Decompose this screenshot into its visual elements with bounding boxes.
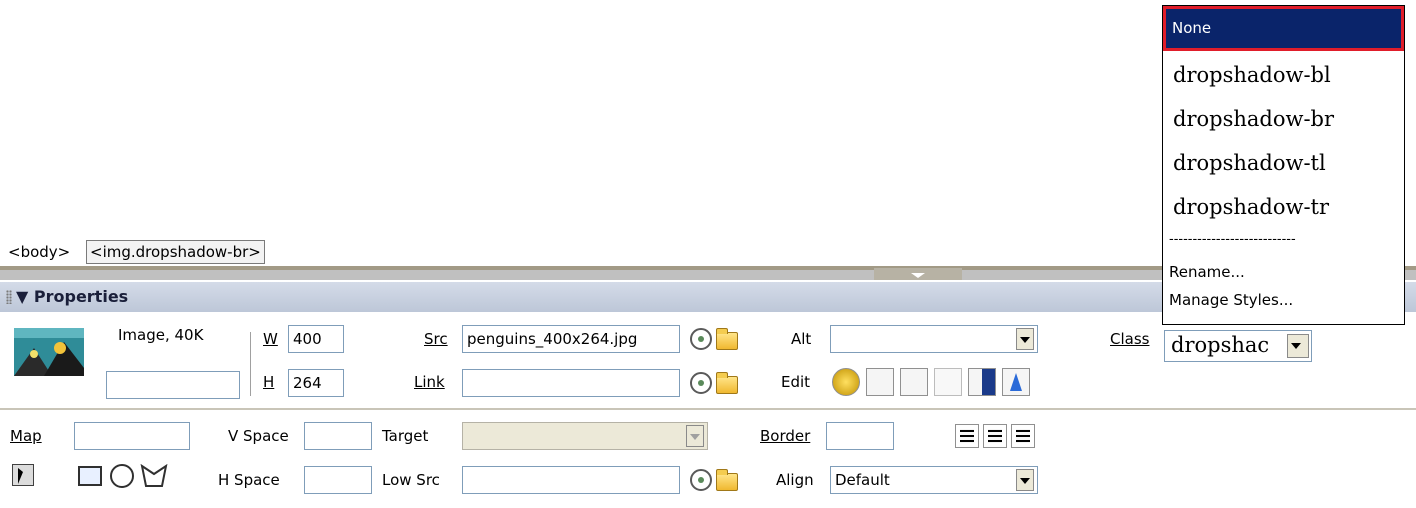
height-input[interactable]: 264 — [288, 369, 344, 397]
sharpen-icon[interactable] — [1002, 368, 1030, 396]
lowsrc-browse-folder-icon[interactable] — [716, 469, 738, 491]
menu-separator: --------------------------- — [1169, 232, 1296, 247]
align-center-icon[interactable] — [983, 424, 1007, 448]
optimize-icon[interactable] — [866, 368, 894, 396]
class-select[interactable]: dropshac — [1164, 330, 1312, 362]
divider — [250, 332, 251, 396]
class-dropdown-arrow-icon[interactable] — [1287, 334, 1309, 358]
alt-combobox[interactable] — [830, 325, 1038, 353]
oval-hotspot-icon[interactable] — [110, 464, 134, 488]
menu-item-dropshadow-tl[interactable]: dropshadow-tl — [1173, 151, 1414, 175]
menu-item-rename[interactable]: Rename... — [1169, 263, 1410, 281]
target-combobox[interactable] — [462, 422, 708, 450]
menu-item-dropshadow-tr[interactable]: dropshadow-tr — [1173, 195, 1414, 219]
properties-title: ▼ Properties — [16, 287, 129, 306]
lowsrc-label: Low Src — [382, 471, 440, 489]
fireworks-edit-icon[interactable] — [832, 368, 860, 396]
class-label: Class — [1110, 330, 1150, 348]
vspace-input[interactable] — [304, 422, 372, 450]
h-label: H — [263, 373, 275, 391]
tag-img-selected[interactable]: <img.dropshadow-br> — [86, 240, 265, 264]
vspace-label: V Space — [228, 427, 289, 445]
w-label: W — [263, 330, 278, 348]
pointer-hotspot-icon[interactable] — [12, 464, 34, 486]
align-select[interactable]: Default — [830, 466, 1038, 494]
menu-item-dropshadow-br[interactable]: dropshadow-br — [1173, 107, 1414, 131]
target-dropdown-arrow-icon[interactable] — [686, 425, 704, 447]
image-thumbnail-icon — [14, 328, 84, 376]
link-input[interactable] — [462, 369, 680, 397]
drag-grip-icon[interactable] — [6, 290, 12, 304]
image-name-input[interactable] — [106, 371, 240, 399]
align-dropdown-arrow-icon[interactable] — [1016, 469, 1034, 491]
src-label: Src — [424, 330, 448, 348]
src-input[interactable]: penguins_400x264.jpg — [462, 325, 680, 353]
hspace-input[interactable] — [304, 466, 372, 494]
brightness-contrast-icon[interactable] — [968, 368, 996, 396]
edit-label: Edit — [781, 373, 811, 391]
tag-body[interactable]: <body> — [8, 243, 70, 261]
class-dropdown-menu: None dropshadow-bl dropshadow-br dropsha… — [1162, 5, 1405, 325]
image-info: Image, 40K — [118, 326, 204, 344]
map-input[interactable] — [74, 422, 190, 450]
hspace-label: H Space — [218, 471, 280, 489]
target-label: Target — [382, 427, 429, 445]
align-left-icon[interactable] — [955, 424, 979, 448]
class-select-value: dropshac — [1171, 333, 1270, 357]
width-input[interactable]: 400 — [288, 325, 344, 353]
map-label: Map — [10, 427, 42, 445]
border-input[interactable] — [826, 422, 894, 450]
link-browse-folder-icon[interactable] — [716, 372, 738, 394]
polygon-hotspot-icon[interactable] — [140, 464, 168, 488]
point-to-file-icon[interactable] — [690, 328, 712, 350]
crop-icon[interactable] — [900, 368, 928, 396]
rectangle-hotspot-icon[interactable] — [78, 466, 102, 486]
link-label: Link — [414, 373, 445, 391]
alt-dropdown-arrow-icon[interactable] — [1016, 328, 1034, 350]
lowsrc-point-to-file-icon[interactable] — [690, 469, 712, 491]
link-point-to-file-icon[interactable] — [690, 372, 712, 394]
row-separator — [0, 408, 1416, 410]
menu-item-dropshadow-bl[interactable]: dropshadow-bl — [1173, 63, 1414, 87]
align-right-icon[interactable] — [1011, 424, 1035, 448]
browse-folder-icon[interactable] — [716, 328, 738, 350]
border-label: Border — [760, 427, 811, 445]
lowsrc-input[interactable] — [462, 466, 680, 494]
resample-icon[interactable] — [934, 368, 962, 396]
alt-label: Alt — [791, 330, 812, 348]
align-label: Align — [776, 471, 814, 489]
menu-item-none[interactable]: None — [1163, 6, 1404, 51]
menu-item-manage-styles[interactable]: Manage Styles... — [1169, 291, 1410, 309]
collapse-arrow-icon — [911, 273, 925, 278]
